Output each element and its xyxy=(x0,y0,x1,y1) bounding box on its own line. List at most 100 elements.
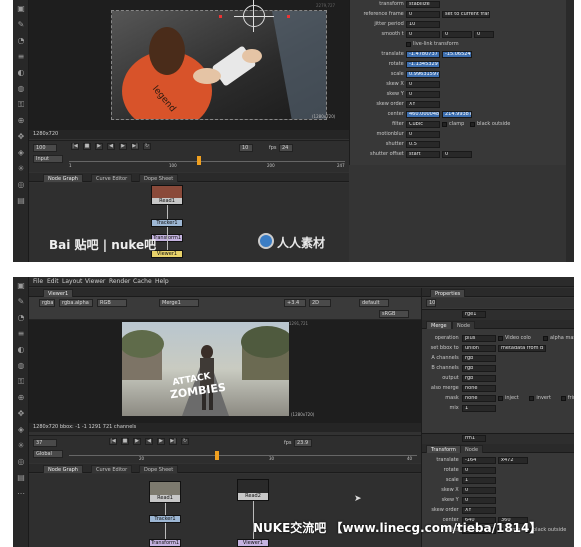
tab-transform[interactable]: Transform xyxy=(426,445,461,453)
tab-viewer1[interactable]: Viewer1 xyxy=(43,289,74,297)
stop-icon[interactable]: ■ xyxy=(83,143,91,150)
node-name-field[interactable]: rge1 xyxy=(462,311,486,318)
viewer-node[interactable]: Viewer1 xyxy=(237,539,269,547)
timeline[interactable]: 100 |◀ ■ ▶ ◀ ▶ ▶| ↻ 10 fps 24 Input 1 10… xyxy=(29,140,349,172)
property-value-2[interactable]: x472 xyxy=(498,457,528,464)
step-back-icon[interactable]: ◀ xyxy=(107,143,115,150)
property-value-2[interactable]: -15.0652403 xyxy=(442,51,472,58)
property-value[interactable]: -1.4780737 xyxy=(406,51,440,58)
checkbox[interactable] xyxy=(529,396,535,401)
property-value[interactable]: XY xyxy=(462,507,496,514)
display-channel-dropdown[interactable]: RGB xyxy=(97,299,127,307)
node-count-field[interactable]: 10 xyxy=(426,299,436,307)
property-value[interactable]: 1 xyxy=(462,405,496,412)
checkbox[interactable] xyxy=(406,42,411,47)
property-value[interactable]: 0 xyxy=(406,91,440,98)
property-value[interactable]: 0 xyxy=(462,467,496,474)
channel-icon[interactable]: ≡ xyxy=(16,52,26,62)
property-button[interactable]: set to current frame xyxy=(442,11,490,18)
filter-icon[interactable]: ◍ xyxy=(16,84,26,94)
property-value[interactable]: start xyxy=(406,151,440,158)
particles-icon[interactable]: ✳ xyxy=(16,441,26,451)
menu-edit[interactable]: Edit xyxy=(47,278,59,285)
step-forward-icon[interactable]: ▶ xyxy=(157,438,165,445)
menu-viewer[interactable]: Viewer xyxy=(85,278,105,285)
channel-layer-dropdown[interactable]: rgba.alpha xyxy=(59,299,93,307)
time-icon[interactable]: ◔ xyxy=(16,36,26,46)
property-value[interactable]: plus xyxy=(462,335,496,342)
color-icon[interactable]: ◐ xyxy=(16,68,26,78)
time-icon[interactable]: ◔ xyxy=(16,313,26,323)
viewer-canvas[interactable]: legend xyxy=(111,10,327,120)
property-value[interactable]: 0.99631597 xyxy=(406,71,440,78)
play-next-icon[interactable]: ▶| xyxy=(131,143,139,150)
view-mode-dropdown[interactable]: 2D xyxy=(309,299,331,307)
timeline-track[interactable] xyxy=(69,455,417,456)
property-value[interactable]: union xyxy=(462,345,496,352)
metadata-icon[interactable]: ▤ xyxy=(16,473,26,483)
read-node-2[interactable]: Read2 xyxy=(237,479,269,501)
play-icon[interactable]: ▶ xyxy=(95,143,103,150)
3d-icon[interactable]: ◈ xyxy=(16,425,26,435)
checkbox[interactable] xyxy=(543,336,548,341)
viewer-canvas[interactable]: ATTACK ZOMBIES xyxy=(122,322,289,416)
fps-field[interactable]: 23.9 xyxy=(294,439,312,447)
transform-icon[interactable]: ✥ xyxy=(16,409,26,419)
image-icon[interactable]: ▣ xyxy=(16,4,26,14)
play-next-icon[interactable]: ▶| xyxy=(169,438,177,445)
channels-dropdown[interactable]: rgba xyxy=(39,299,55,307)
property-value[interactable]: rgb xyxy=(462,365,496,372)
read-node[interactable]: Read1 xyxy=(149,481,181,503)
gain-field[interactable]: +3.4 xyxy=(284,299,306,307)
step-field[interactable]: 10 xyxy=(239,144,253,152)
merge-icon[interactable]: ⊕ xyxy=(16,116,26,126)
transform-icon[interactable]: ✥ xyxy=(16,132,26,142)
views-icon[interactable]: ◎ xyxy=(16,180,26,190)
menu-file[interactable]: File xyxy=(33,278,43,285)
property-value[interactable]: none xyxy=(462,395,496,402)
draw-icon[interactable]: ✎ xyxy=(16,297,26,307)
checkbox[interactable] xyxy=(470,122,475,127)
property-value[interactable]: 0 xyxy=(462,487,496,494)
property-value[interactable]: stabilize xyxy=(406,1,440,8)
scrollbar[interactable] xyxy=(566,0,574,262)
tab-node-graph[interactable]: Node Graph xyxy=(43,465,83,473)
tab-curve-editor[interactable]: Curve Editor xyxy=(91,174,133,182)
viewer[interactable]: ATTACK ZOMBIES 1291,721 (1280x720) xyxy=(29,320,421,423)
tab-merge[interactable]: Merge xyxy=(426,321,452,329)
track-point[interactable] xyxy=(219,15,222,18)
property-value[interactable]: 0 xyxy=(462,497,496,504)
property-value-2[interactable]: 0 xyxy=(442,31,472,38)
tab-dope-sheet[interactable]: Dope Sheet xyxy=(139,174,179,182)
node-graph[interactable]: Read1 Read2 Tracker1 Transform1 Viewer1 … xyxy=(29,474,421,547)
step-back-icon[interactable]: ◀ xyxy=(145,438,153,445)
play-prev-icon[interactable]: |◀ xyxy=(109,438,117,445)
loop-icon[interactable]: ↻ xyxy=(181,438,189,445)
property-value[interactable]: rgb xyxy=(462,355,496,362)
property-value[interactable]: 0 xyxy=(406,131,440,138)
checkbox[interactable] xyxy=(498,396,503,401)
playhead[interactable] xyxy=(197,156,201,165)
menu-layout[interactable]: Layout xyxy=(62,278,82,285)
property-value[interactable]: 0 xyxy=(406,11,440,18)
play-prev-icon[interactable]: |◀ xyxy=(71,143,79,150)
menu-cache[interactable]: Cache xyxy=(133,278,152,285)
track-point[interactable] xyxy=(287,15,290,18)
input-a-dropdown[interactable]: Merge1 xyxy=(159,299,199,307)
property-value-3[interactable]: 0 xyxy=(474,31,494,38)
timeline-track[interactable] xyxy=(69,161,345,162)
node-name-field[interactable]: rm1 xyxy=(462,435,486,442)
property-value[interactable]: 10 xyxy=(406,21,440,28)
property-value[interactable]: rgb xyxy=(462,375,496,382)
image-icon[interactable]: ▣ xyxy=(16,281,26,291)
merge-icon[interactable]: ⊕ xyxy=(16,393,26,403)
property-value-2[interactable]: 214.993872 xyxy=(442,111,472,118)
stop-icon[interactable]: ■ xyxy=(121,438,129,445)
tab-dope-sheet[interactable]: Dope Sheet xyxy=(139,465,179,473)
views-icon[interactable]: ◎ xyxy=(16,457,26,467)
property-value[interactable]: 460.000048 xyxy=(406,111,440,118)
menu-help[interactable]: Help xyxy=(155,278,169,285)
tab-node[interactable]: Node xyxy=(452,321,476,329)
checkbox[interactable] xyxy=(498,336,503,341)
lut-dropdown[interactable]: default xyxy=(359,299,389,307)
